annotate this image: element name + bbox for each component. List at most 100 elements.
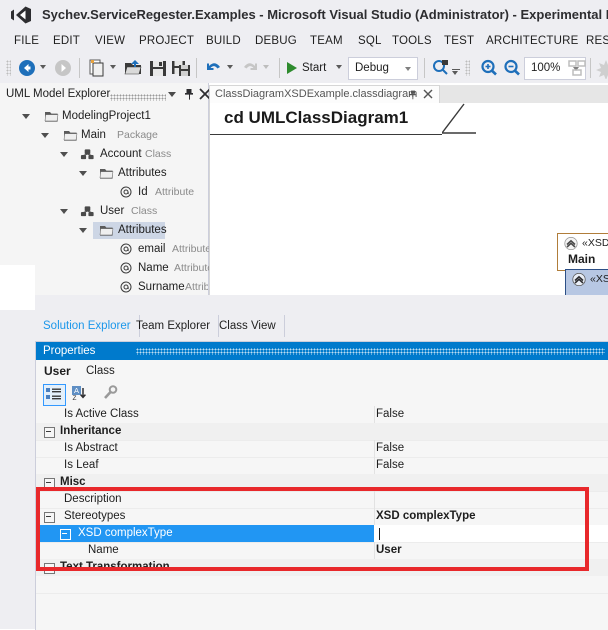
class-diagram-canvas[interactable]: cd UMLClassDiagram1 «XSD sc Main «XSD	[209, 103, 608, 299]
new-item-dropdown-icon[interactable]	[110, 65, 116, 69]
save-all-icon[interactable]	[170, 57, 192, 79]
tree-item-kind: Class	[131, 205, 158, 217]
navigate-back-icon[interactable]	[16, 57, 38, 79]
expander-icon[interactable]	[79, 171, 87, 176]
properties-window: Properties User Class A Z Is Active Clas…	[35, 341, 608, 630]
properties-title-bar: Properties	[36, 342, 608, 360]
menu-item-build[interactable]: BUILD	[206, 30, 241, 53]
class-icon	[80, 149, 94, 160]
property-name: Inheritance	[60, 425, 122, 437]
tree-item-user[interactable]: User Class	[0, 202, 208, 221]
dock-tab-strip: Solution Explorer Team Explorer Class Vi…	[35, 315, 608, 337]
menu-item-team[interactable]: TEAM	[310, 30, 343, 53]
class-icon	[80, 206, 94, 217]
find-in-files-icon[interactable]	[430, 57, 452, 79]
toolbar-overflow-icon[interactable]	[452, 71, 458, 75]
chevron-down-icon[interactable]	[168, 92, 176, 97]
uml-shape-stereotype: «XSD	[590, 273, 608, 285]
uml-shape-main[interactable]: «XSD sc Main	[557, 233, 608, 271]
expander-icon[interactable]	[41, 133, 49, 138]
menu-item-tools[interactable]: TOOLS	[392, 30, 432, 53]
property-name: Is Active Class	[64, 408, 139, 420]
start-button-label[interactable]: Start	[302, 57, 326, 79]
diagram-title-text: cd UMLClassDiagram1	[224, 108, 409, 127]
expander-icon[interactable]	[60, 209, 68, 214]
property-value[interactable]: False	[376, 457, 404, 474]
menu-item-debug[interactable]: DEBUG	[255, 30, 297, 53]
property-name: Is Leaf	[64, 459, 99, 471]
undo-icon[interactable]	[203, 57, 225, 79]
toolbar-grip-2[interactable]	[465, 60, 470, 76]
expander-icon[interactable]	[79, 228, 87, 233]
package-folder-icon	[63, 131, 78, 141]
categorized-view-button[interactable]	[43, 384, 66, 406]
tab-team-explorer[interactable]: Team Explorer	[128, 315, 220, 337]
selected-object-kind: Class	[86, 365, 115, 377]
tree-item-label: ModelingProject1	[62, 110, 151, 122]
tree-item-email[interactable]: email Attribute	[0, 240, 211, 259]
menu-item-project[interactable]: PROJECT	[139, 30, 194, 53]
property-row-is-abstract[interactable]: Is Abstract False	[36, 440, 608, 458]
collapse-chevron-icon[interactable]	[564, 237, 578, 250]
tree-item-account[interactable]: Account Class	[0, 145, 208, 164]
save-icon[interactable]	[147, 57, 169, 79]
navigate-forward-icon	[55, 60, 71, 76]
menu-item-test[interactable]: TEST	[444, 30, 474, 53]
property-category-inheritance[interactable]: Inheritance	[36, 423, 608, 441]
pin-icon[interactable]	[184, 87, 196, 101]
document-tab-label: ClassDiagramXSDExample.classdiagram	[215, 88, 418, 100]
open-file-icon[interactable]	[122, 57, 144, 79]
folder-icon	[99, 226, 114, 236]
play-icon[interactable]	[285, 61, 298, 75]
zoom-in-icon[interactable]	[478, 57, 500, 79]
standard-toolbar: Start Debug 100%	[0, 53, 608, 83]
uml-model-explorer-panel: UML Model Explorer ModelingProject1 Main…	[0, 83, 213, 295]
alphabetical-sort-icon: A Z	[72, 386, 86, 402]
start-dropdown-icon[interactable]	[336, 65, 342, 69]
categorized-view-icon	[46, 388, 61, 400]
toolbar-grip[interactable]	[6, 60, 11, 76]
attribute-icon	[120, 186, 132, 198]
layout-icon	[568, 60, 586, 76]
tab-class-view[interactable]: Class View	[211, 315, 285, 337]
tree-item-main[interactable]: Main Package	[0, 126, 208, 145]
menu-item-edit[interactable]: EDIT	[53, 30, 80, 53]
property-row-is-active-class[interactable]: Is Active Class False	[36, 406, 608, 424]
collapse-expander-icon[interactable]	[44, 427, 55, 438]
attribute-icon	[120, 262, 132, 274]
navigate-back-dropdown-icon[interactable]	[40, 65, 46, 69]
menu-bar: FILE EDIT VIEW PROJECT BUILD DEBUG TEAM …	[0, 30, 608, 53]
expander-icon[interactable]	[22, 114, 30, 119]
menu-item-view[interactable]: VIEW	[95, 30, 125, 53]
property-value[interactable]: False	[376, 440, 404, 457]
menu-item-sql[interactable]: SQL	[358, 30, 382, 53]
menu-item-resharper[interactable]: RESH	[586, 30, 608, 53]
folder-icon	[99, 169, 114, 179]
alphabetical-sort-button[interactable]: A Z	[70, 384, 91, 404]
close-icon[interactable]	[423, 89, 433, 99]
pin-icon[interactable]	[409, 89, 419, 100]
menu-item-file[interactable]: FILE	[14, 30, 39, 53]
undo-dropdown-icon[interactable]	[227, 65, 233, 69]
menu-item-architecture[interactable]: ARCHITECTURE	[486, 30, 579, 53]
property-row-is-leaf[interactable]: Is Leaf False	[36, 457, 608, 475]
annotation-highlight-rectangle	[36, 487, 589, 571]
zoom-out-icon[interactable]	[501, 57, 523, 79]
property-value[interactable]: False	[376, 406, 404, 423]
tab-solution-explorer[interactable]: Solution Explorer	[35, 315, 140, 337]
tree-item-id[interactable]: Id Attribute	[0, 183, 208, 202]
document-tab-classdiagram[interactable]: ClassDiagramXSDExample.classdiagram	[209, 85, 440, 103]
tree-item-kind: Attribute	[174, 262, 214, 274]
new-item-icon[interactable]	[86, 57, 108, 79]
tree-item-label: Attributes	[118, 224, 167, 236]
solution-configuration-combo[interactable]: Debug	[348, 57, 418, 80]
panel-drag-dots	[110, 94, 166, 101]
collapse-chevron-icon[interactable]	[572, 273, 586, 286]
expander-icon[interactable]	[60, 152, 68, 157]
tree-item-modelingproject1[interactable]: ModelingProject1	[0, 107, 208, 126]
redo-dropdown-icon	[263, 65, 269, 69]
tree-item-attributes-user[interactable]: Attributes	[0, 221, 208, 240]
properties-window-title: Properties	[43, 345, 96, 357]
diagram-title-banner: cd UMLClassDiagram1	[210, 104, 442, 135]
tree-item-attributes-account[interactable]: Attributes	[0, 164, 208, 183]
